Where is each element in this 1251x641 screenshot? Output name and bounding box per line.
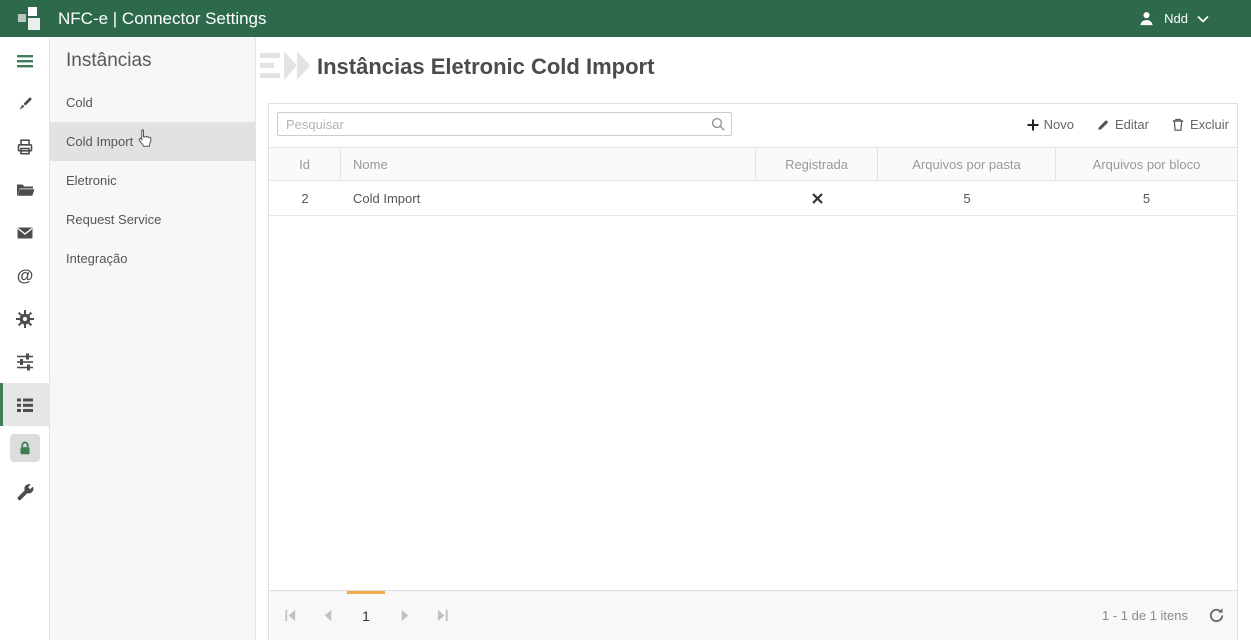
pager-page-1[interactable]: 1 bbox=[347, 591, 385, 641]
pager-first-button[interactable] bbox=[271, 591, 309, 641]
table-header-row: Id Nome Registrada Arquivos por pasta Ar… bbox=[269, 147, 1237, 181]
sidebar-item-eletronic[interactable]: Eletronic bbox=[50, 161, 255, 200]
user-menu[interactable]: Ndd bbox=[1138, 10, 1209, 27]
sidebar-title: Instâncias bbox=[66, 47, 255, 75]
rail-item-at[interactable]: @ bbox=[0, 254, 50, 297]
plus-icon bbox=[1027, 119, 1039, 131]
pager-prev-button[interactable] bbox=[309, 591, 347, 641]
refresh-icon bbox=[1208, 607, 1225, 624]
list-icon bbox=[15, 395, 35, 415]
rail-item-tools[interactable] bbox=[0, 469, 50, 512]
icon-rail: @ bbox=[0, 37, 50, 640]
rail-item-tune[interactable] bbox=[0, 340, 50, 383]
new-button[interactable]: Novo bbox=[1027, 117, 1074, 132]
sidebar-item-label: Integração bbox=[66, 251, 127, 266]
rail-item-menu[interactable] bbox=[0, 39, 50, 82]
grid-actions: Novo Editar Excluir bbox=[1027, 117, 1229, 132]
pager-info: 1 - 1 de 1 itens bbox=[1102, 608, 1188, 623]
rail-item-security[interactable] bbox=[0, 426, 50, 469]
delete-button[interactable]: Excluir bbox=[1171, 117, 1229, 132]
edit-button[interactable]: Editar bbox=[1096, 117, 1149, 132]
sidebar-list: Cold Cold Import Eletronic Request Servi… bbox=[50, 83, 255, 278]
cell-id: 2 bbox=[269, 191, 341, 206]
gear-icon bbox=[15, 309, 35, 329]
new-button-label: Novo bbox=[1044, 117, 1074, 132]
search-icon[interactable] bbox=[710, 116, 726, 132]
rail-item-printer[interactable] bbox=[0, 125, 50, 168]
delete-button-label: Excluir bbox=[1190, 117, 1229, 132]
chevron-down-icon bbox=[1197, 15, 1209, 23]
main-content: Instâncias Eletronic Cold Import Novo bbox=[256, 37, 1251, 640]
cell-nome: Cold Import bbox=[341, 191, 756, 206]
grid-toolbar: Novo Editar Excluir bbox=[269, 104, 1237, 147]
sidebar-item-integracao[interactable]: Integração bbox=[50, 239, 255, 278]
pager-next-button[interactable] bbox=[385, 591, 423, 641]
next-page-icon bbox=[397, 608, 412, 623]
table-row[interactable]: 2 Cold Import 5 5 bbox=[269, 181, 1237, 216]
sidebar-item-label: Eletronic bbox=[66, 173, 117, 188]
sliders-icon bbox=[15, 352, 35, 372]
printer-icon bbox=[15, 137, 35, 157]
sidebar-item-label: Request Service bbox=[66, 212, 161, 227]
first-page-icon bbox=[283, 608, 298, 623]
sidebar-item-request-service[interactable]: Request Service bbox=[50, 200, 255, 239]
column-header-id[interactable]: Id bbox=[269, 148, 341, 180]
rail-item-settings[interactable] bbox=[0, 297, 50, 340]
at-icon: @ bbox=[15, 266, 35, 286]
search-input[interactable] bbox=[277, 112, 732, 136]
menu-icon bbox=[15, 51, 35, 71]
sidebar-item-label: Cold Import bbox=[66, 134, 133, 149]
page-title: Instâncias Eletronic Cold Import bbox=[317, 54, 654, 80]
prev-page-icon bbox=[321, 608, 336, 623]
cell-arquivos-por-bloco: 5 bbox=[1056, 191, 1237, 206]
rail-item-folder[interactable] bbox=[0, 168, 50, 211]
trash-icon bbox=[1171, 117, 1185, 132]
column-header-nome[interactable]: Nome bbox=[341, 148, 756, 180]
data-grid: Novo Editar Excluir bbox=[268, 103, 1238, 640]
folder-open-icon bbox=[15, 180, 35, 200]
cell-arquivos-por-pasta: 5 bbox=[878, 191, 1056, 206]
refresh-button[interactable] bbox=[1208, 607, 1225, 624]
wrench-icon bbox=[15, 481, 35, 501]
app-title: NFC-e | Connector Settings bbox=[58, 9, 267, 29]
ndd-logo-icon bbox=[16, 5, 44, 33]
svg-text:@: @ bbox=[17, 266, 34, 285]
lock-icon bbox=[16, 439, 34, 457]
column-header-registrada[interactable]: Registrada bbox=[756, 148, 878, 180]
lock-badge bbox=[10, 434, 40, 462]
column-header-arquivos-por-pasta[interactable]: Arquivos por pasta bbox=[878, 148, 1056, 180]
mail-icon bbox=[15, 223, 35, 243]
rail-item-mail[interactable] bbox=[0, 211, 50, 254]
topbar: NFC-e | Connector Settings Ndd bbox=[0, 0, 1251, 37]
pager-last-button[interactable] bbox=[423, 591, 461, 641]
brush-icon bbox=[15, 94, 35, 114]
last-page-icon bbox=[435, 608, 450, 623]
rail-item-instances[interactable] bbox=[0, 383, 50, 426]
edit-icon bbox=[1096, 118, 1110, 132]
sidebar-item-label: Cold bbox=[66, 95, 93, 110]
sidebar-item-cold[interactable]: Cold bbox=[50, 83, 255, 122]
sidebar-item-cold-import[interactable]: Cold Import bbox=[50, 122, 255, 161]
grid-empty-area bbox=[269, 216, 1237, 590]
user-icon bbox=[1138, 10, 1155, 27]
pager: 1 1 - 1 de 1 itens bbox=[269, 590, 1237, 640]
sidebar: Instâncias Cold Cold Import Eletronic Re… bbox=[50, 37, 256, 640]
x-mark-icon bbox=[812, 193, 823, 204]
instances-header-icon bbox=[258, 45, 312, 91]
edit-button-label: Editar bbox=[1115, 117, 1149, 132]
user-name: Ndd bbox=[1164, 11, 1188, 26]
cell-registrada bbox=[756, 193, 878, 204]
rail-item-brush[interactable] bbox=[0, 82, 50, 125]
column-header-arquivos-por-bloco[interactable]: Arquivos por bloco bbox=[1056, 148, 1237, 180]
